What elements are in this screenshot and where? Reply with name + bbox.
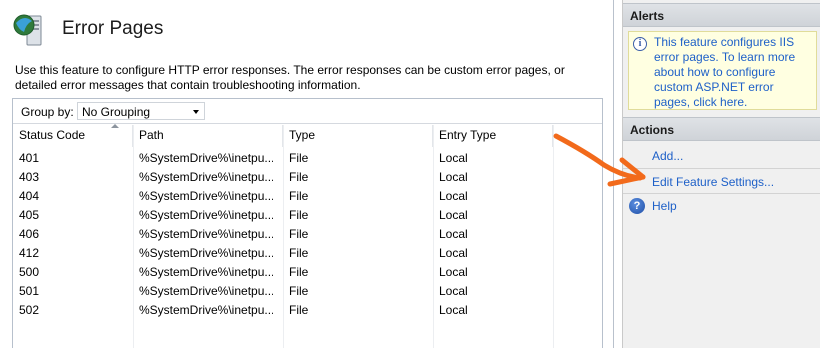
cell-path: %SystemDrive%\inetpu... [139, 303, 273, 317]
cell-status-code: 401 [19, 151, 40, 165]
cell-entry-type: Local [439, 265, 468, 279]
help-link[interactable]: Help [652, 199, 677, 213]
alert-box[interactable]: i This feature configures IIS error page… [628, 31, 817, 110]
column-header-entry-type[interactable]: Entry Type [433, 125, 553, 147]
cell-path: %SystemDrive%\inetpu... [139, 189, 273, 203]
action-separator [623, 168, 820, 169]
table-row[interactable]: 501 %SystemDrive%\inetpu... File Local [13, 282, 602, 301]
cell-type: File [289, 284, 309, 298]
add-action[interactable]: Add... [623, 145, 820, 167]
cell-type: File [289, 151, 309, 165]
alert-message[interactable]: This feature configures IIS error pages.… [654, 35, 812, 110]
cell-status-code: 412 [19, 246, 40, 260]
cell-path: %SystemDrive%\inetpu... [139, 284, 273, 298]
cell-path: %SystemDrive%\inetpu... [139, 208, 273, 222]
cell-entry-type: Local [439, 284, 468, 298]
cell-path: %SystemDrive%\inetpu... [139, 265, 273, 279]
table-body: 401 %SystemDrive%\inetpu... File Local 4… [13, 149, 602, 320]
cell-entry-type: Local [439, 227, 468, 241]
cell-entry-type: Local [439, 246, 468, 260]
cell-entry-type: Local [439, 208, 468, 222]
cell-status-code: 405 [19, 208, 40, 222]
cell-type: File [289, 265, 309, 279]
cell-status-code: 501 [19, 284, 40, 298]
cell-path: %SystemDrive%\inetpu... [139, 151, 273, 165]
groupby-toolbar: Group by: No Grouping [13, 99, 602, 124]
table-row[interactable]: 502 %SystemDrive%\inetpu... File Local [13, 301, 602, 320]
actions-pane: Alerts i This feature configures IIS err… [622, 0, 820, 348]
cell-entry-type: Local [439, 151, 468, 165]
column-header-status-code[interactable]: Status Code [13, 125, 133, 147]
table-row[interactable]: 405 %SystemDrive%\inetpu... File Local [13, 206, 602, 225]
column-header-path[interactable]: Path [133, 125, 283, 147]
cell-entry-type: Local [439, 189, 468, 203]
add-link[interactable]: Add... [652, 149, 683, 163]
cell-type: File [289, 170, 309, 184]
column-header-type[interactable]: Type [283, 125, 433, 147]
groupby-value: No Grouping [82, 105, 151, 119]
cell-status-code: 406 [19, 227, 40, 241]
edit-feature-settings-action[interactable]: Edit Feature Settings... [623, 171, 820, 193]
sort-caret-icon [111, 124, 119, 128]
info-icon: i [633, 37, 647, 51]
table-row[interactable]: 500 %SystemDrive%\inetpu... File Local [13, 263, 602, 282]
table-row[interactable]: 406 %SystemDrive%\inetpu... File Local [13, 225, 602, 244]
cell-status-code: 502 [19, 303, 40, 317]
table-row[interactable]: 401 %SystemDrive%\inetpu... File Local [13, 149, 602, 168]
cell-type: File [289, 227, 309, 241]
actions-header: Actions [623, 117, 820, 141]
groupby-dropdown[interactable]: No Grouping [77, 102, 205, 120]
cell-path: %SystemDrive%\inetpu... [139, 227, 273, 241]
cell-path: %SystemDrive%\inetpu... [139, 246, 273, 260]
cell-entry-type: Local [439, 170, 468, 184]
cell-type: File [289, 303, 309, 317]
error-pages-list: Group by: No Grouping Status Code Path T… [12, 98, 603, 348]
cell-status-code: 500 [19, 265, 40, 279]
cell-type: File [289, 246, 309, 260]
page-description: Use this feature to configure HTTP error… [15, 63, 565, 92]
error-pages-panel: Error Pages Use this feature to configur… [0, 0, 614, 348]
table-row[interactable]: 403 %SystemDrive%\inetpu... File Local [13, 168, 602, 187]
groupby-label: Group by: [21, 105, 74, 119]
cell-status-code: 403 [19, 170, 40, 184]
edit-feature-settings-link[interactable]: Edit Feature Settings... [652, 175, 774, 189]
dropdown-arrow-icon [193, 110, 199, 114]
help-icon: ? [629, 198, 645, 214]
help-action[interactable]: ? Help [623, 195, 820, 217]
page-title: Error Pages [62, 18, 164, 39]
cell-type: File [289, 208, 309, 222]
table-row[interactable]: 404 %SystemDrive%\inetpu... File Local [13, 187, 602, 206]
cell-path: %SystemDrive%\inetpu... [139, 170, 273, 184]
table-row[interactable]: 412 %SystemDrive%\inetpu... File Local [13, 244, 602, 263]
cell-type: File [289, 189, 309, 203]
cell-entry-type: Local [439, 303, 468, 317]
server-error-icon [13, 14, 42, 46]
cell-status-code: 404 [19, 189, 40, 203]
action-separator [623, 193, 820, 194]
alerts-header: Alerts [623, 3, 820, 27]
